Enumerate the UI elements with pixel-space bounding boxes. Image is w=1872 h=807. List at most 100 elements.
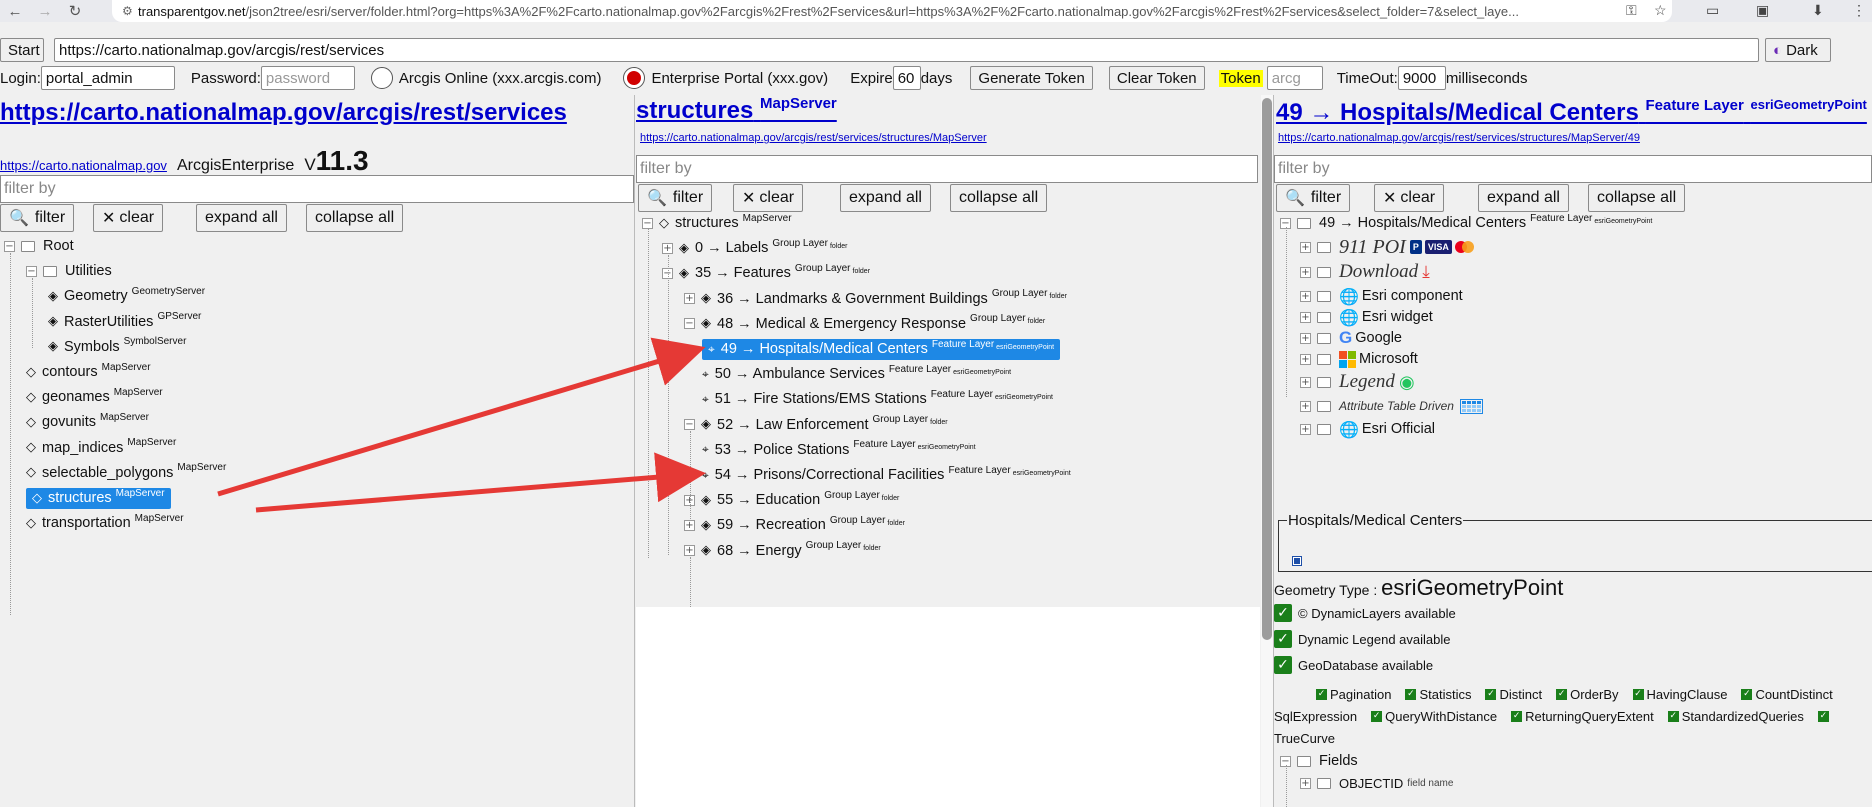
layer-node-54-prisons-correctional-facilities[interactable]: ⌖ 54 → Prisons/Correctional Facilities Fea… bbox=[702, 464, 1071, 486]
expand-toggle-icon[interactable]: + bbox=[1300, 266, 1311, 278]
service-node-transportation[interactable]: ◇ transportation MapServer bbox=[26, 512, 184, 534]
panel1-filter-button[interactable]: 🔍 filter bbox=[0, 204, 75, 232]
app-download[interactable]: + Download ⤓ bbox=[1300, 260, 1430, 284]
collapse-toggle-icon[interactable]: − bbox=[26, 265, 37, 277]
app-esri-component[interactable]: + 🌐 Esri component bbox=[1300, 285, 1463, 307]
layer-node-59-recreation[interactable]: + ◈ 59 → Recreation Group Layer folder bbox=[684, 514, 905, 536]
collapse-toggle-icon[interactable]: − bbox=[684, 318, 695, 330]
back-icon[interactable]: ← bbox=[0, 3, 30, 20]
panel3-expand-all-button[interactable]: expand all bbox=[1478, 184, 1569, 212]
extensions-icon[interactable]: ▭ bbox=[1706, 2, 1719, 19]
expire-input[interactable]: 60 bbox=[892, 66, 921, 90]
selected-service[interactable]: ◇ structures MapServer bbox=[26, 487, 171, 509]
app-911-poi[interactable]: + 911 POI P VISA bbox=[1300, 235, 1474, 259]
token-input[interactable]: arcg bbox=[1266, 66, 1323, 90]
panel2-clear-button[interactable]: ✕ clear bbox=[733, 184, 804, 212]
selected-layer[interactable]: ⌖ 49 → Hospitals/Medical Centers Feature L… bbox=[702, 338, 1061, 360]
password-input[interactable]: password bbox=[260, 66, 355, 90]
expand-toggle-icon[interactable]: + bbox=[1300, 376, 1311, 388]
layer-node-52-law-enforcement[interactable]: − ◈ 52 → Law Enforcement Group Layer folder bbox=[684, 414, 948, 436]
service-node-map-indices[interactable]: ◇ map_indices MapServer bbox=[26, 437, 176, 459]
layer-node-68-energy[interactable]: + ◈ 68 → Energy Group Layer folder bbox=[684, 540, 881, 562]
download-icon[interactable]: ⬇ bbox=[1812, 2, 1824, 19]
layer-tree-root[interactable]: − 49 → Hospitals/Medical Centers Feature… bbox=[1280, 212, 1652, 234]
menu-icon[interactable]: ⋮ bbox=[1852, 2, 1866, 19]
layer-node-50-ambulance-services[interactable]: ⌖ 50 → Ambulance Services Feature Layer esr… bbox=[702, 363, 1011, 385]
address-bar[interactable]: ⚙ transparentgov.net/json2tree/esri/serv… bbox=[112, 0, 1672, 22]
arcgis-online-radio[interactable] bbox=[370, 67, 393, 89]
layer-node-36-landmarks-government-buildings[interactable]: + ◈ 36 → Landmarks & Government Buildings G… bbox=[684, 288, 1067, 310]
host-link[interactable]: https://carto.nationalmap.gov bbox=[0, 158, 167, 173]
app-attribute-table[interactable]: + Attribute Table Driven bbox=[1300, 395, 1483, 417]
panel1-filter-input[interactable]: filter by bbox=[0, 175, 634, 203]
service-node-rasterutilities[interactable]: ◈ RasterUtilities GPServer bbox=[48, 311, 201, 333]
app-esri-widget[interactable]: + 🌐 Esri widget bbox=[1300, 306, 1433, 328]
service-node-govunits[interactable]: ◇ govunits MapServer bbox=[26, 411, 149, 433]
panel2-scrollbar-thumb[interactable] bbox=[1262, 98, 1272, 640]
cast-icon[interactable]: ▣ bbox=[1756, 2, 1769, 19]
service-node-selectable-polygons[interactable]: ◇ selectable_polygons MapServer bbox=[26, 462, 226, 484]
layer-node-49-hospitals-medical-centers[interactable]: ⌖ 49 → Hospitals/Medical Centers Feature L… bbox=[702, 338, 1061, 360]
site-info-icon[interactable]: ⚙ bbox=[122, 4, 138, 18]
field-objectid[interactable]: + OBJECTID field name bbox=[1300, 772, 1453, 794]
expand-toggle-icon[interactable]: + bbox=[1300, 400, 1311, 412]
service-node-utilities[interactable]: − Utilities bbox=[26, 260, 112, 282]
panel1-clear-button[interactable]: ✕ clear bbox=[93, 204, 164, 232]
layer-url-link[interactable]: https://carto.nationalmap.gov/arcgis/res… bbox=[1278, 132, 1640, 144]
service-node-symbols[interactable]: ◈ Symbols SymbolServer bbox=[48, 336, 186, 358]
expand-toggle-icon[interactable]: + bbox=[1300, 241, 1311, 253]
fields-node[interactable]: − Fields bbox=[1280, 750, 1358, 772]
app-legend[interactable]: + Legend ◉ bbox=[1300, 370, 1415, 394]
expand-toggle-icon[interactable]: + bbox=[1300, 353, 1311, 365]
layer-node-0-labels[interactable]: + ◈ 0 → Labels Group Layer folder bbox=[662, 237, 847, 259]
panel3-collapse-all-button[interactable]: collapse all bbox=[1588, 184, 1686, 212]
layer-node-51-fire-stations-ems-stations[interactable]: ⌖ 51 → Fire Stations/EMS Stations Feature … bbox=[702, 388, 1053, 410]
layer-node-35-features[interactable]: − ◈ 35 → Features Group Layer folder bbox=[662, 262, 870, 284]
collapse-toggle-icon[interactable]: − bbox=[4, 240, 15, 252]
start-button[interactable]: Start bbox=[0, 38, 44, 62]
clear-token-button[interactable]: Clear Token bbox=[1108, 66, 1205, 90]
forward-icon[interactable]: → bbox=[30, 3, 60, 20]
panel2-expand-all-button[interactable]: expand all bbox=[840, 184, 931, 212]
key-icon[interactable]: ⚿ bbox=[1626, 2, 1637, 19]
services-title-link[interactable]: https://carto.nationalmap.gov/arcgis/res… bbox=[0, 99, 567, 127]
layer-title-link[interactable]: 49 → Hospitals/Medical Centers Feature L… bbox=[1276, 97, 1867, 127]
service-node-geonames[interactable]: ◇ geonames MapServer bbox=[26, 386, 163, 408]
collapse-toggle-icon[interactable]: − bbox=[642, 217, 653, 229]
expand-toggle-icon[interactable]: + bbox=[684, 545, 695, 557]
panel-divider[interactable] bbox=[634, 95, 635, 807]
panel2-filter-input[interactable]: filter by bbox=[636, 155, 1258, 183]
service-node-structures[interactable]: ◇ structures MapServer bbox=[26, 487, 171, 509]
expand-toggle-icon[interactable]: + bbox=[1300, 332, 1311, 344]
expand-toggle-icon[interactable]: + bbox=[1300, 311, 1311, 323]
app-esri-official[interactable]: + 🌐 Esri Official bbox=[1300, 418, 1435, 440]
service-node-geometry[interactable]: ◈ Geometry GeometryServer bbox=[48, 285, 205, 307]
expand-toggle-icon[interactable]: + bbox=[684, 293, 695, 305]
expand-toggle-icon[interactable]: + bbox=[1300, 423, 1311, 435]
dark-mode-button[interactable]: ◐ Dark bbox=[1765, 38, 1831, 62]
timeout-input[interactable]: 9000 bbox=[1397, 66, 1446, 90]
service-url-input[interactable]: https://carto.nationalmap.gov/arcgis/res… bbox=[54, 38, 1759, 62]
reload-icon[interactable]: ↻ bbox=[60, 2, 90, 20]
panel2-filter-button[interactable]: 🔍 filter bbox=[638, 184, 713, 212]
panel3-filter-button[interactable]: 🔍 filter bbox=[1276, 184, 1351, 212]
service-node-contours[interactable]: ◇ contours MapServer bbox=[26, 361, 151, 383]
enterprise-radio[interactable] bbox=[623, 67, 646, 89]
mapserver-title-link[interactable]: structures MapServer bbox=[636, 95, 837, 125]
collapse-toggle-icon[interactable]: − bbox=[684, 419, 695, 431]
panel2-collapse-all-button[interactable]: collapse all bbox=[950, 184, 1048, 212]
expand-toggle-icon[interactable]: + bbox=[684, 519, 695, 531]
layer-node-55-education[interactable]: + ◈ 55 → Education Group Layer folder bbox=[684, 489, 899, 511]
layer-node-53-police-stations[interactable]: ⌖ 53 → Police Stations Feature Layer esriGe… bbox=[702, 439, 976, 461]
layer-node-structures[interactable]: − ◇ structures MapServer bbox=[642, 212, 792, 234]
expand-toggle-icon[interactable]: + bbox=[1300, 777, 1311, 789]
expand-toggle-icon[interactable]: + bbox=[1300, 290, 1311, 302]
service-node-root[interactable]: − Root bbox=[4, 235, 74, 257]
panel3-clear-button[interactable]: ✕ clear bbox=[1374, 184, 1445, 212]
expand-toggle-icon[interactable]: + bbox=[662, 242, 673, 254]
layer-node-48-medical-emergency-response[interactable]: − ◈ 48 → Medical & Emergency Response Group… bbox=[684, 313, 1045, 335]
panel1-collapse-all-button[interactable]: collapse all bbox=[306, 204, 404, 232]
panel3-filter-input[interactable]: filter by bbox=[1274, 155, 1872, 183]
mapserver-url-link[interactable]: https://carto.nationalmap.gov/arcgis/res… bbox=[640, 132, 987, 144]
app-google[interactable]: + G Google bbox=[1300, 327, 1402, 349]
